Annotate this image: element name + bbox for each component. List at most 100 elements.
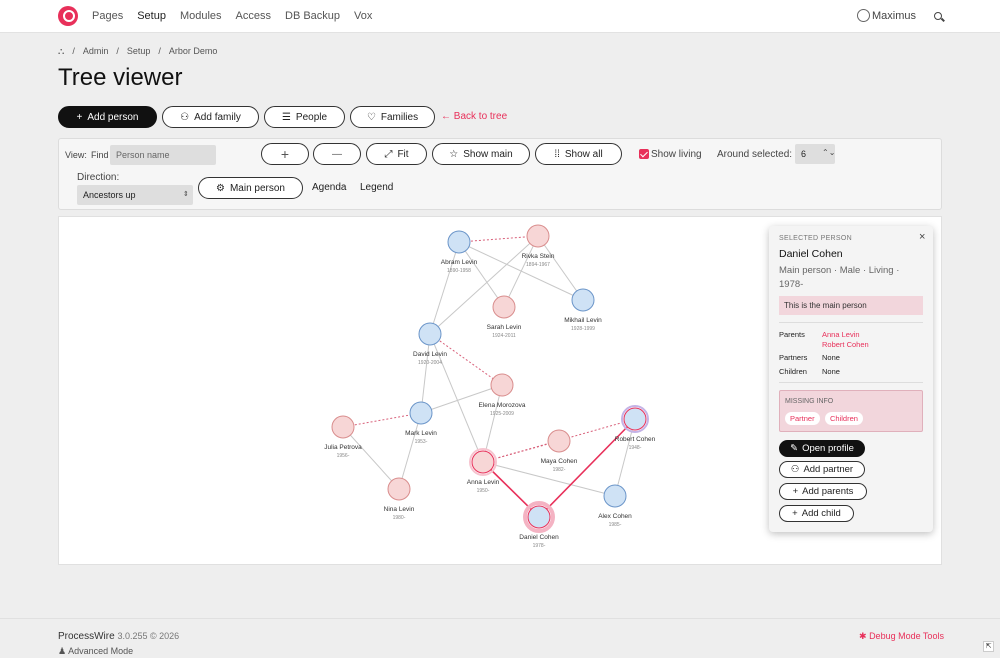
show-main-button[interactable]: ☆ Show main [432, 143, 530, 165]
person-name-robert: Robert Cohen [615, 436, 656, 443]
nav-db-backup[interactable]: DB Backup [285, 10, 340, 22]
person-node-david[interactable] [418, 322, 442, 346]
person-node-nina[interactable] [387, 477, 411, 501]
breadcrumb-setup[interactable]: Setup [127, 46, 151, 57]
breadcrumb-arbor-demo[interactable]: Arbor Demo [169, 46, 218, 57]
find-person-input[interactable]: Person name [110, 145, 216, 165]
person-name-david: David Levin [413, 351, 447, 358]
main-nav: Pages Setup Modules Access DB Backup Vox [92, 10, 372, 22]
person-dates-david: 1920-2004 [418, 360, 442, 366]
legend-link[interactable]: Legend [360, 182, 393, 193]
person-dates-mark: 1953- [415, 439, 428, 445]
debug-mode-tools-link[interactable]: ✱ Debug Mode Tools [859, 631, 944, 642]
zoom-in-button[interactable]: + [261, 143, 309, 165]
missing-info-box [779, 390, 923, 432]
gear-icon: ⚙ [216, 182, 225, 194]
add-person-button[interactable]: + Add person [58, 106, 157, 128]
around-selected-label: Around selected: [717, 149, 793, 160]
person-node-sarah[interactable] [492, 295, 516, 319]
missing-children-chip[interactable]: Children [825, 412, 863, 425]
stepper-arrows-icon[interactable]: ⌃⌄ [822, 148, 835, 157]
add-family-button[interactable]: ⚇ Add family [162, 106, 259, 128]
nav-access[interactable]: Access [236, 10, 271, 22]
parent-link-anna[interactable]: Anna Levin [822, 330, 860, 339]
edge-abram-rivka [458, 235, 539, 243]
fit-button[interactable]: ⤢ Fit [366, 143, 427, 165]
missing-partner-chip[interactable]: Partner [785, 412, 820, 425]
edge-mark-nina [398, 412, 422, 490]
person-node-daniel[interactable] [527, 505, 551, 529]
advanced-mode[interactable]: ♟ Advanced Mode [58, 646, 133, 657]
add-parents-button[interactable]: + Add parents [779, 483, 867, 500]
select-arrows-icon[interactable]: ⇕ [183, 190, 189, 198]
show-all-button[interactable]: ⁞⁞ Show all [535, 143, 622, 165]
nav-pages[interactable]: Pages [92, 10, 123, 22]
person-node-anna[interactable] [471, 450, 495, 474]
user-icon[interactable] [857, 9, 870, 22]
person-dates-maya: 1982- [553, 467, 566, 473]
show-living-checkbox[interactable] [639, 149, 649, 159]
show-living-label[interactable]: Show living [651, 149, 702, 160]
user-name[interactable]: Maximus [872, 10, 916, 22]
heart-icon: ♡ [366, 111, 376, 123]
agenda-link[interactable]: Agenda [312, 182, 346, 193]
person-dates-anna: 1950- [477, 488, 490, 494]
person-dates-daniel: 1978- [533, 543, 546, 549]
person-name-nina: Nina Levin [384, 506, 415, 513]
selected-heading: SELECTED PERSON [779, 235, 852, 242]
edge-julia-mark [342, 412, 422, 428]
person-node-maya[interactable] [547, 429, 571, 453]
person-name-anna: Anna Levin [467, 479, 500, 486]
person-node-rivka[interactable] [526, 224, 550, 248]
view-label: View: [65, 150, 87, 160]
back-to-tree-link[interactable]: ← Back to tree [441, 111, 507, 122]
sitemap-icon[interactable]: ⛬ [58, 46, 64, 57]
selected-person-card: SELECTED PERSON × Daniel Cohen Main pers… [769, 226, 933, 532]
list-icon: ☰ [281, 111, 291, 123]
person-dates-rivka: 1894-1967 [526, 262, 550, 268]
people-button[interactable]: ☰ People [264, 106, 345, 128]
children-label: Children [779, 367, 807, 376]
add-child-button[interactable]: + Add child [779, 505, 854, 522]
parents-label: Parents [779, 330, 805, 339]
plus-icon: + [792, 508, 798, 519]
find-label: Find [91, 150, 109, 160]
nav-setup[interactable]: Setup [137, 10, 166, 22]
edge-elena-anna [482, 384, 503, 463]
person-node-alex[interactable] [603, 484, 627, 508]
person-node-mark[interactable] [409, 401, 433, 425]
close-icon[interactable]: × [919, 231, 925, 243]
selected-meta: Main person · Male · Living · 1978- [779, 265, 900, 290]
partners-label: Partners [779, 353, 808, 362]
collapse-corner-icon[interactable]: ⇱ [983, 641, 994, 652]
user-mode-icon: ♟ [58, 646, 67, 656]
person-name-daniel: Daniel Cohen [519, 534, 559, 541]
nav-vox[interactable]: Vox [354, 10, 372, 22]
person-dates-nina: 1980- [393, 515, 406, 521]
person-node-mikhail[interactable] [571, 288, 595, 312]
edge-robert-alex [614, 418, 636, 497]
parent-link-robert[interactable]: Robert Cohen [822, 340, 869, 349]
main-person-note: This is the main person [779, 296, 923, 315]
person-node-robert[interactable] [623, 407, 647, 431]
breadcrumb-admin[interactable]: Admin [83, 46, 109, 57]
person-node-abram[interactable] [447, 230, 471, 254]
person-name-mark: Mark Levin [405, 430, 437, 437]
families-button[interactable]: ♡ Families [350, 106, 435, 128]
zoom-out-button[interactable]: — [313, 143, 361, 165]
person-node-julia[interactable] [331, 415, 355, 439]
open-profile-button[interactable]: ✎ Open profile [779, 440, 865, 457]
person-node-elena[interactable] [490, 373, 514, 397]
person-name-maya: Maya Cohen [541, 458, 578, 465]
nav-modules[interactable]: Modules [180, 10, 222, 22]
missing-info-label: MISSING INFO [785, 398, 834, 405]
children-value: None [822, 367, 840, 376]
direction-select[interactable]: Ancestors up [77, 185, 193, 205]
edge-rivka-mikhail [537, 235, 584, 301]
main-person-button[interactable]: ⚙ Main person [198, 177, 303, 199]
processwire-logo-icon[interactable] [58, 6, 78, 26]
person-name-alex: Alex Cohen [598, 513, 632, 520]
person-name-sarah: Sarah Levin [487, 324, 522, 331]
search-icon[interactable] [934, 12, 942, 20]
add-partner-button[interactable]: ⚇ Add partner [779, 461, 865, 478]
